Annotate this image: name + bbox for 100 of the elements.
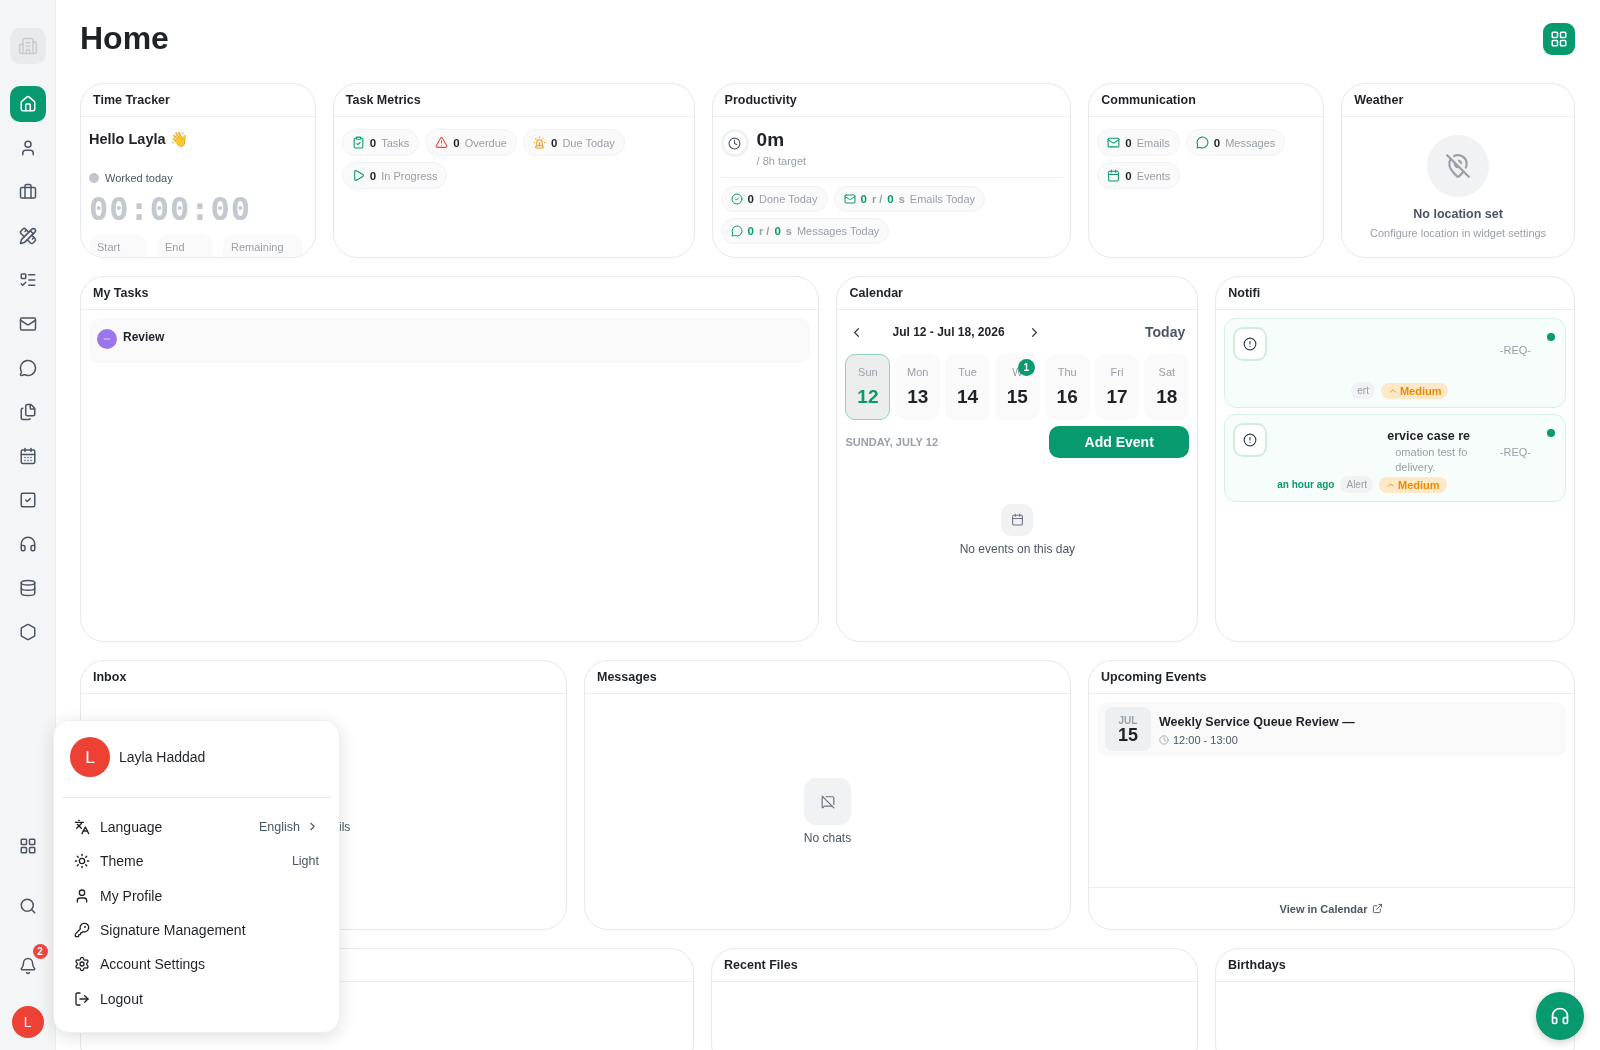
mail-icon — [1107, 136, 1121, 149]
widgets-button[interactable] — [1543, 22, 1575, 55]
time-label: End — [157, 234, 213, 257]
user-icon — [74, 887, 90, 904]
empty-message: No chats — [803, 831, 852, 845]
chat-bubble-icon — [18, 359, 37, 377]
logo-icon — [9, 28, 46, 64]
card-title: Productivity — [724, 93, 797, 107]
settings-icon — [74, 956, 90, 973]
bell-icon — [18, 957, 37, 975]
notification-badge: 2 — [32, 944, 48, 959]
timer-display: 00:00:00 — [89, 190, 253, 228]
add-event-button[interactable]: Add Event — [1049, 426, 1190, 458]
empty-message: ils — [339, 819, 351, 834]
metric-value: 0 — [369, 169, 377, 182]
card-title: Communication — [1101, 93, 1196, 107]
nav-button[interactable] — [9, 86, 46, 122]
day-number: 13 — [907, 386, 929, 408]
event-time: 12:00 - 13:00 — [1173, 734, 1238, 746]
calendar-icon — [1107, 169, 1121, 182]
metric-label: Overdue — [464, 136, 507, 149]
stat-unit: r / — [759, 225, 770, 237]
count-label: Events — [1136, 169, 1171, 182]
selected-date: SUNDAY, JULY 12 — [845, 436, 939, 448]
notification-item[interactable]: ervice case re omation test fo -REQ- delivery. an hour ago Alert Medium — [1224, 414, 1566, 502]
metric-value: 0 — [369, 136, 377, 149]
type-tag: Alert — [1340, 476, 1374, 493]
calendar-icon — [18, 447, 37, 465]
stat-value: 0 — [887, 193, 894, 205]
chat-bubble-icon — [730, 225, 743, 237]
card-title: Recent Files — [724, 958, 798, 972]
day-button[interactable]: Mon 13 — [895, 354, 941, 420]
menu-item[interactable]: Language English — [62, 809, 331, 844]
menu-item[interactable]: Logout — [62, 981, 331, 1016]
today-button[interactable]: Today — [1145, 324, 1186, 340]
priority-tag: Medium — [1380, 382, 1449, 399]
menu-item[interactable]: My Profile — [62, 878, 331, 913]
user-avatar: L — [70, 737, 110, 777]
user-avatar[interactable]: L — [11, 1006, 44, 1038]
menu-item[interactable]: Signature Management — [62, 912, 331, 948]
files-icon — [18, 403, 37, 421]
check-circle-icon — [730, 193, 743, 205]
list-icon — [18, 271, 37, 289]
mail-icon — [18, 315, 37, 333]
key-icon — [74, 921, 90, 938]
card-title: Messages — [597, 670, 657, 684]
count-label: Emails — [1136, 136, 1170, 149]
day-button[interactable]: Fri 17 — [1094, 354, 1140, 420]
day-button[interactable]: Sat 18 — [1144, 354, 1190, 420]
menu-item[interactable]: Theme Light — [62, 843, 331, 879]
checkbox-icon — [18, 491, 37, 509]
sun-icon — [74, 853, 90, 870]
stat-value: 0 — [860, 193, 867, 205]
user-name: Layla Haddad — [119, 749, 206, 765]
stat-label: Done Today — [759, 193, 818, 205]
clock-icon — [1159, 735, 1169, 745]
count-value: 0 — [1125, 169, 1132, 182]
productivity-target: / 8h target — [756, 155, 807, 167]
day-number: 16 — [1056, 386, 1078, 408]
chat-bubble-icon — [1195, 136, 1209, 149]
stat-unit: s — [785, 225, 792, 237]
home-icon — [18, 95, 37, 113]
external-link-icon — [1372, 903, 1384, 914]
metric-value: 0 — [550, 136, 558, 149]
stat-unit: s — [898, 193, 905, 205]
card-title: Birthdays — [1228, 958, 1286, 972]
clock-icon — [720, 129, 749, 157]
day-button[interactable]: Tue 14 — [945, 354, 990, 420]
search-icon — [18, 897, 37, 915]
empty-heading: No location set — [1413, 207, 1503, 221]
card-title: Notifi — [1228, 286, 1261, 300]
siren-icon — [532, 136, 546, 149]
card-title: Time Tracker — [93, 93, 170, 107]
notification-text: -REQ- — [1499, 446, 1531, 458]
stat-unit: r / — [871, 193, 883, 205]
time-label: Remaining — [223, 234, 303, 257]
notification-text: omation test fo — [1395, 446, 1468, 458]
briefcase-icon — [18, 183, 37, 201]
weekday-label: Mon — [907, 366, 929, 378]
event-month: JUL — [1118, 714, 1138, 726]
day-button[interactable]: Thu 16 — [1044, 354, 1090, 420]
event-row[interactable]: JUL 15 Weekly Service Queue Review — 12:00 - 13:00 — [1097, 702, 1566, 756]
day-number: 15 — [1006, 386, 1028, 408]
view-calendar-link[interactable]: View in Calendar — [1279, 902, 1384, 915]
task-row[interactable]: Review — [89, 318, 811, 363]
headset-icon — [1550, 1006, 1570, 1026]
empty-message: No events on this day — [959, 541, 1076, 556]
menu-item[interactable]: Account Settings — [62, 947, 331, 982]
card-title: My Tasks — [93, 286, 149, 300]
day-number: 17 — [1106, 386, 1128, 408]
priority-tag: Medium — [1379, 476, 1447, 493]
day-number: 18 — [1156, 386, 1178, 408]
metric-label: Tasks — [381, 136, 410, 149]
metric-label: Due Today — [562, 136, 615, 149]
task-title: Review — [123, 330, 165, 344]
notification-title: ervice case re — [1387, 429, 1470, 443]
menu-value: Light — [291, 854, 319, 869]
card-title: Calendar — [849, 286, 903, 300]
pencil-ruler-icon — [18, 227, 37, 245]
count-label: Messages — [1225, 136, 1276, 149]
